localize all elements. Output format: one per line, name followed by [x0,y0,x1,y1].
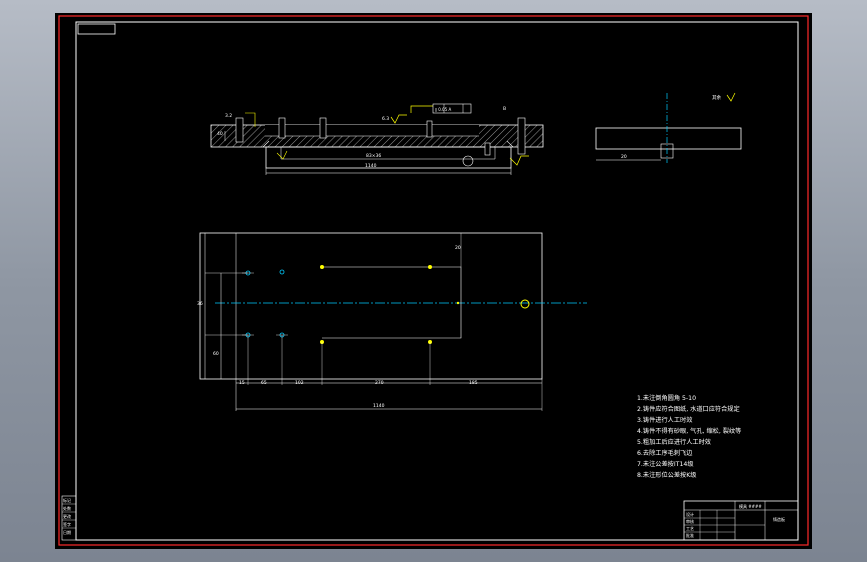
front-dim-inner: 83×36 [366,153,381,159]
front-roughness-top: 6.3 [382,116,389,122]
tech-req-8: 8.未注形位公差按K级 [637,471,696,479]
side-dim-bottom: 20 [621,154,627,160]
tech-req-2: 2.铸件应符合图纸, 水道口应符合规定 [637,405,740,413]
plan-dim-left-2: 60 [213,351,219,357]
title-cell-2: 铸造板 [773,516,785,522]
front-dim-depth: 40 [217,131,223,137]
revision-side-block: 标记 处数 更改 签字 日期 [61,495,77,541]
front-view: 83×36 1140 40 B ∥ 0.05 A 6.3 3.2 [210,103,544,175]
side-label-5: 日期 [63,529,71,535]
title-block: 模具 #### 铸造板 设计 审核 工艺 批准 [683,500,799,541]
side-roughness-symbol [726,92,736,102]
title-row-1: 设计 [686,511,694,517]
technical-requirements: 1.未注倒角圆角 5-10 2.铸件应符合图纸, 水道口应符合规定 3.铸件进行… [637,394,741,479]
side-label-4: 签字 [63,521,71,527]
tech-req-1: 1.未注倒角圆角 5-10 [637,394,696,402]
side-view: 20 其余 [595,92,742,163]
front-roughness-left: 3.2 [225,113,232,119]
plan-dim-seg-4: 270 [375,380,384,386]
cad-drawing-canvas: 83×36 1140 40 B ∥ 0.05 A 6.3 3.2 20 其余 1… [58,15,809,546]
side-label-3: 更改 [63,513,71,519]
tech-req-6: 6.去除工序毛刺飞边 [637,449,693,457]
plan-dim-left-1: 36 [197,301,203,307]
drawing-number-box [77,23,116,35]
title-row-2: 审核 [686,518,694,524]
tech-req-5: 5.粗加工后应进行人工时效 [637,438,711,446]
title-cell-1: 模具 #### [739,503,762,509]
front-view-cavity [265,146,512,169]
title-row-4: 批准 [686,532,694,538]
tech-req-3: 3.铸件进行人工时效 [637,416,692,424]
plan-dim-total: 1140 [373,403,385,409]
plan-view-outline [199,232,543,380]
plan-dim-seg-3: 102 [295,380,304,386]
title-row-3: 工艺 [686,526,694,531]
front-dim-total: 1140 [365,163,377,169]
side-label-1: 标记 [63,497,71,503]
plan-dim-seg-5: 185 [469,380,478,386]
plan-dim-seg-1: 15 [239,380,245,386]
front-tolerance-text: ∥ 0.05 A [435,107,451,112]
side-view-outline [595,127,742,150]
tech-req-7: 7.未注公差按IT14级 [637,460,694,468]
cad-drawing-viewport[interactable]: 83×36 1140 40 B ∥ 0.05 A 6.3 3.2 20 其余 1… [55,13,812,549]
plan-view: 1140 15 65 102 270 185 36 60 20 [197,232,587,411]
sheet-outer-border [58,15,809,546]
side-roughness-note: 其余 [712,94,721,101]
side-label-2: 处数 [63,505,71,511]
tech-req-4: 4.铸件不得有砂眼, 气孔, 缩松, 裂纹等 [637,427,741,435]
plan-dim-seg-2: 65 [261,380,267,386]
front-datum-label: B [503,106,506,112]
plan-dim-right: 20 [455,245,461,251]
